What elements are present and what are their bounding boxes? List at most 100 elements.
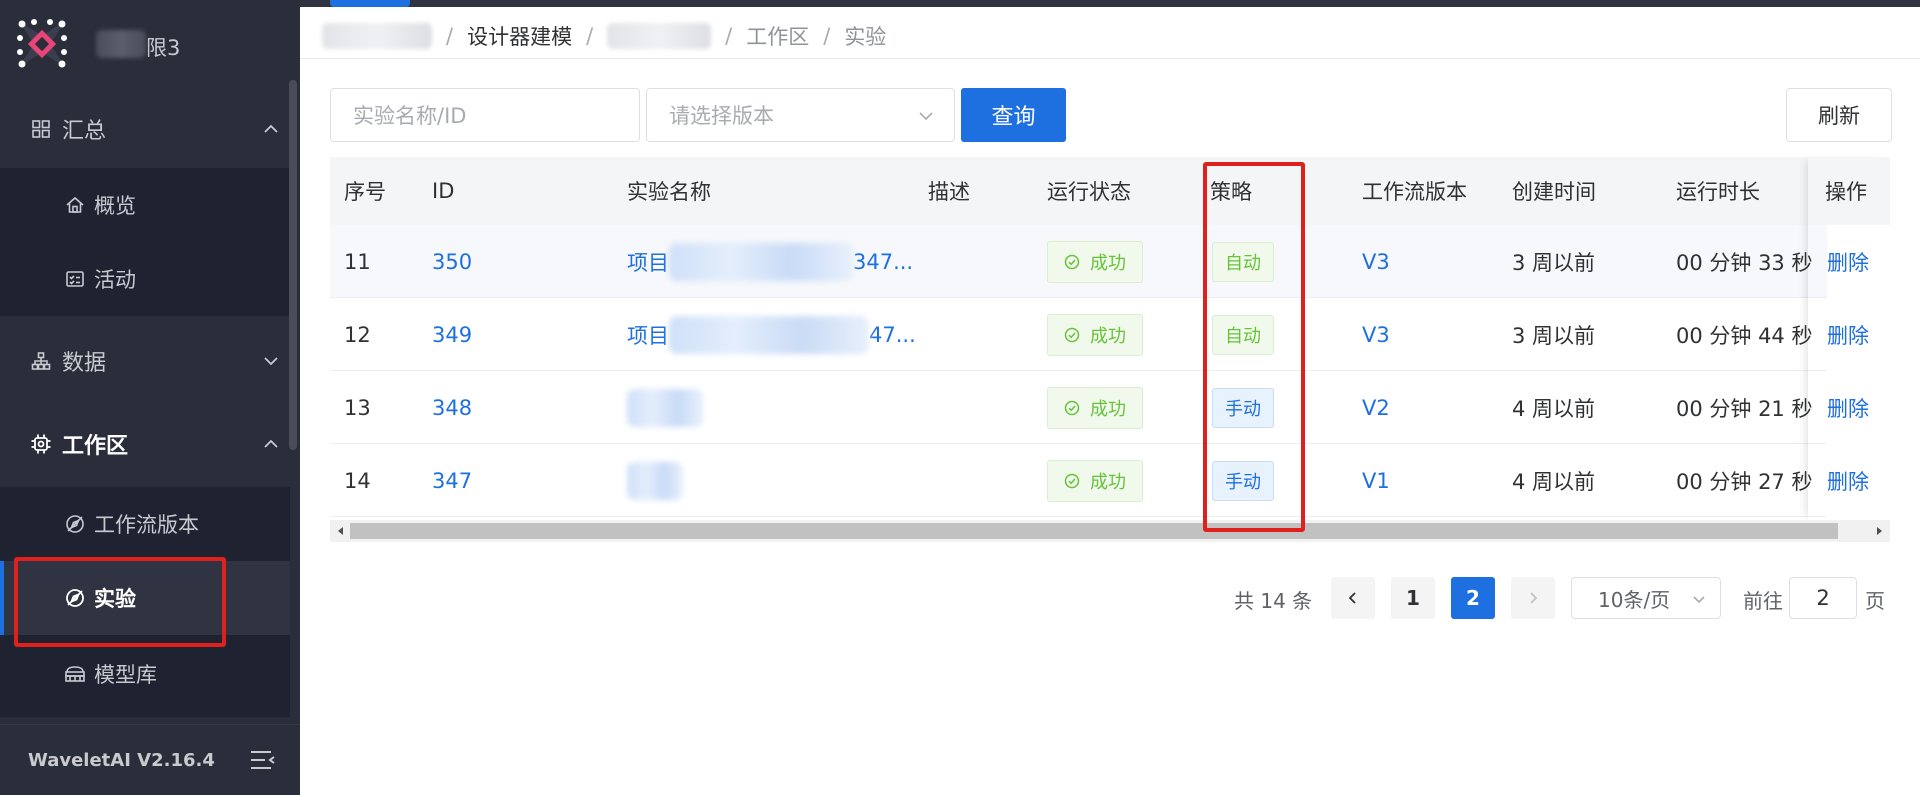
cell-version-link[interactable]: V3: [1362, 225, 1390, 298]
fixed-column-shadow: [1808, 157, 1890, 521]
scroll-left-icon[interactable]: [334, 524, 348, 538]
cell-duration: 00 分钟 33 秒: [1676, 250, 1813, 275]
sidebar-group-label: 数据: [62, 351, 107, 376]
version-select[interactable]: 请选择版本: [646, 88, 955, 142]
table-row: 11 350 项目 347... 成功 自动 V3 3 周以前 00 分钟 33…: [330, 225, 1890, 298]
cell-name-suffix: 47...: [869, 322, 916, 347]
cell-version-link[interactable]: V3: [1362, 298, 1390, 371]
cell-status: 成功: [1047, 371, 1143, 444]
check-circle-icon: [1064, 400, 1080, 415]
chevron-up-icon: [264, 124, 278, 133]
table-row: 12 349 项目 47... 成功 自动 V3 3 周以前 00 分钟 44 …: [330, 298, 1890, 371]
sidebar-group-workspace[interactable]: 工作区: [0, 405, 300, 483]
status-badge: 成功: [1047, 459, 1143, 502]
breadcrumb-item-redacted[interactable]: [607, 23, 712, 49]
chevron-down-icon: [1693, 596, 1705, 604]
cell-name-redacted: [627, 461, 683, 500]
breadcrumb-item-redacted[interactable]: [322, 23, 432, 49]
page-size-select[interactable]: 10条/页: [1571, 577, 1721, 619]
chevron-left-icon: [1348, 592, 1356, 604]
cell-name-link[interactable]: 项目 347...: [627, 225, 913, 298]
column-header-workflow-version: 工作流版本: [1362, 180, 1467, 204]
sidebar-item-activity[interactable]: 活动: [0, 242, 290, 316]
status-badge: 成功: [1047, 386, 1143, 429]
active-indicator: [0, 561, 4, 635]
cell-created: 3 周以前: [1512, 250, 1596, 275]
sidebar-group-label: 汇总: [62, 119, 107, 144]
top-bar-accent: [330, 0, 410, 7]
table-header: 序号 ID 实验名称 描述 运行状态 策略 工作流版本 创建时间 运行时长 操作: [330, 157, 1890, 225]
sidebar-submenu-summary: 概览 活动: [0, 168, 290, 316]
sidebar-item-label: 概览: [94, 194, 136, 218]
cell-name-redacted: [669, 315, 869, 354]
page-button-2[interactable]: 2: [1451, 577, 1495, 619]
refresh-button[interactable]: 刷新: [1786, 88, 1892, 142]
cell-status: 成功: [1047, 298, 1143, 371]
goto-page-input[interactable]: 2: [1789, 577, 1857, 619]
column-header-seq: 序号: [344, 180, 386, 204]
cell-seq: 11: [344, 249, 371, 274]
activity-icon: [64, 268, 86, 290]
cell-seq: 14: [344, 468, 371, 493]
chevron-down-icon: [264, 357, 278, 366]
next-page-button[interactable]: [1511, 577, 1555, 619]
experiment-search-input[interactable]: 实验名称/ID: [330, 88, 640, 142]
scroll-right-icon[interactable]: [1872, 524, 1886, 538]
cell-name-link[interactable]: [627, 444, 683, 517]
goto-suffix: 页: [1865, 588, 1885, 613]
cell-id-link[interactable]: 350: [432, 225, 472, 298]
status-label: 成功: [1090, 325, 1126, 347]
cell-id-link[interactable]: 347: [432, 444, 472, 517]
cell-version-link[interactable]: V1: [1362, 444, 1390, 517]
column-header-status: 运行状态: [1047, 180, 1131, 204]
home-icon: [64, 194, 86, 216]
table-row: 14 347 成功 手动 V1 4 周以前 00 分钟 27 秒 删除: [330, 444, 1890, 517]
chip-icon: [30, 433, 52, 455]
collapse-menu-icon[interactable]: [250, 749, 276, 771]
cell-id-link[interactable]: 349: [432, 298, 472, 371]
sidebar-group-data[interactable]: 数据: [0, 322, 300, 400]
logo-icon: [14, 16, 70, 72]
top-bar: [300, 0, 1920, 7]
page-button-1[interactable]: 1: [1391, 577, 1435, 619]
sidebar-group-summary[interactable]: 汇总: [0, 90, 300, 168]
cell-created: 4 周以前: [1512, 396, 1596, 421]
sidebar-item-workflow-version[interactable]: 工作流版本: [0, 487, 290, 561]
cell-name-link[interactable]: [627, 371, 703, 444]
brand-name-redacted: [96, 30, 146, 58]
cell-name-prefix: 项目: [627, 250, 669, 275]
status-badge: 成功: [1047, 313, 1143, 356]
column-header-desc: 描述: [928, 180, 970, 204]
cell-created: 3 周以前: [1512, 323, 1596, 348]
sidebar-item-label: 工作流版本: [94, 513, 199, 537]
sidebar-item-model-library[interactable]: 模型库: [0, 637, 290, 711]
breadcrumb-item-designer[interactable]: 设计器建模: [467, 21, 572, 51]
cell-name-prefix: 项目: [627, 323, 669, 348]
column-header-duration: 运行时长: [1676, 180, 1760, 204]
prev-page-button[interactable]: [1331, 577, 1375, 619]
sidebar-item-overview[interactable]: 概览: [0, 168, 290, 242]
status-label: 成功: [1090, 471, 1126, 493]
highlight-box-sidebar: [14, 557, 226, 647]
chevron-up-icon: [264, 439, 278, 448]
cell-name-link[interactable]: 项目 47...: [627, 298, 916, 371]
breadcrumb-item-experiment: 实验: [844, 25, 887, 49]
sidebar-scrollbar[interactable]: [289, 80, 297, 450]
cell-id-link[interactable]: 348: [432, 371, 472, 444]
sidebar-header: 限3: [0, 0, 300, 90]
cell-name-redacted: [669, 242, 853, 281]
table-row: 13 348 成功 手动 V2 4 周以前 00 分钟 21 秒 删除: [330, 371, 1890, 444]
table-horizontal-scrollbar[interactable]: [330, 520, 1890, 542]
cell-seq: 12: [344, 322, 371, 347]
page-size-value: 10条/页: [1598, 587, 1671, 612]
search-button[interactable]: 查询: [961, 88, 1066, 142]
check-circle-icon: [1064, 473, 1080, 488]
cell-version-link[interactable]: V2: [1362, 371, 1390, 444]
breadcrumb-item-workspace[interactable]: 工作区: [746, 21, 809, 51]
cell-name-redacted: [627, 388, 703, 427]
sidebar: 限3 汇总 概览 活动 数据 工作区 工作流版本 实验 模型库 WaveletA…: [0, 0, 300, 795]
cell-duration: 00 分钟 44 秒: [1676, 323, 1813, 348]
column-header-name: 实验名称: [627, 180, 711, 204]
cell-seq: 13: [344, 395, 371, 420]
scrollbar-thumb[interactable]: [350, 523, 1838, 539]
